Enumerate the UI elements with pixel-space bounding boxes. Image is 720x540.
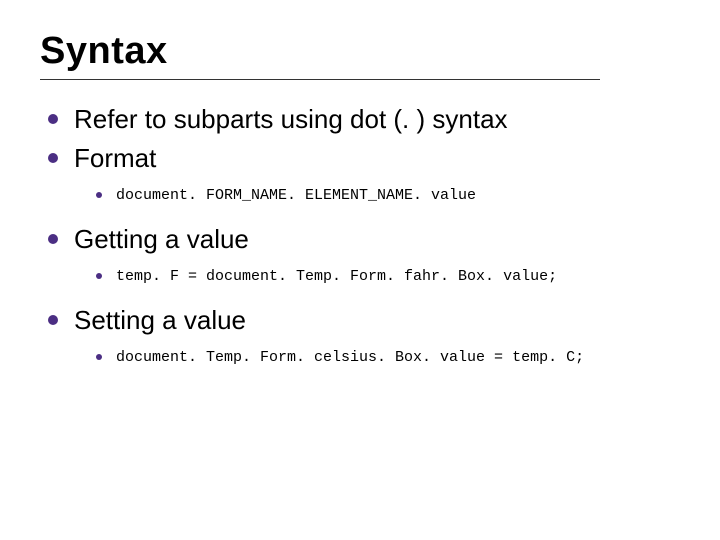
bullet-text: Setting a value xyxy=(74,305,246,335)
sub-bullet-item: temp. F = document. Temp. Form. fahr. Bo… xyxy=(92,265,680,289)
title-rule xyxy=(40,79,600,80)
bullet-list: Refer to subparts using dot (. ) syntax … xyxy=(40,102,680,370)
code-text: document. Temp. Form. celsius. Box. valu… xyxy=(116,349,584,366)
sub-bullet-list: temp. F = document. Temp. Form. fahr. Bo… xyxy=(74,265,680,289)
sub-bullet-item: document. FORM_NAME. ELEMENT_NAME. value xyxy=(92,184,680,208)
sub-bullet-list: document. FORM_NAME. ELEMENT_NAME. value xyxy=(74,184,680,208)
sub-bullet-list: document. Temp. Form. celsius. Box. valu… xyxy=(74,346,680,370)
slide: Syntax Refer to subparts using dot (. ) … xyxy=(0,0,720,540)
bullet-item: Format document. FORM_NAME. ELEMENT_NAME… xyxy=(44,141,680,208)
bullet-item: Refer to subparts using dot (. ) syntax xyxy=(44,102,680,137)
bullet-text: Refer to subparts using dot (. ) syntax xyxy=(74,104,508,134)
code-text: temp. F = document. Temp. Form. fahr. Bo… xyxy=(116,268,557,285)
bullet-item: Getting a value temp. F = document. Temp… xyxy=(44,222,680,289)
sub-bullet-item: document. Temp. Form. celsius. Box. valu… xyxy=(92,346,680,370)
code-text: document. FORM_NAME. ELEMENT_NAME. value xyxy=(116,187,476,204)
bullet-item: Setting a value document. Temp. Form. ce… xyxy=(44,303,680,370)
bullet-text: Format xyxy=(74,143,156,173)
bullet-text: Getting a value xyxy=(74,224,249,254)
slide-title: Syntax xyxy=(40,30,680,73)
